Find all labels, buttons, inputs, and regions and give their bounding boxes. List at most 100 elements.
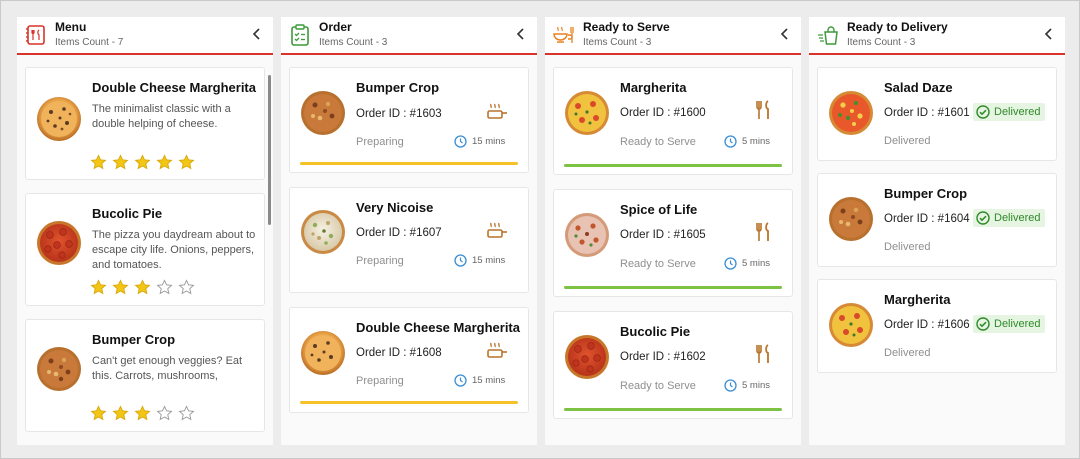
card-list[interactable]: Double Cheese Margherita The minimalist … — [17, 55, 273, 445]
time-label: 5 mins — [742, 136, 770, 147]
pizza-name: Double Cheese Margherita — [92, 80, 256, 95]
clock-icon — [454, 254, 467, 267]
time-label: 15 mins — [472, 375, 506, 386]
star-filled-icon — [156, 154, 173, 170]
fork-knife-icon — [756, 222, 769, 241]
menu-book-icon — [26, 25, 45, 45]
time-label: 5 mins — [742, 380, 770, 391]
order-card[interactable]: Very Nicoise Order ID : #1607 Preparing … — [289, 187, 529, 293]
column-title: Menu — [55, 20, 87, 34]
column-ready-to-delivery: Ready to Delivery Items Count - 3 Salad … — [809, 17, 1065, 445]
card-list[interactable]: Salad Daze Order ID : #1601 Delivered De… — [809, 55, 1065, 445]
star-filled-icon — [134, 154, 151, 170]
pizza-name: Bucolic Pie — [620, 324, 691, 339]
order-card[interactable]: Double Cheese Margherita Order ID : #160… — [289, 307, 529, 413]
prep-time: 5 mins — [724, 379, 770, 392]
delivery-bag-icon — [818, 26, 838, 45]
progress-bar — [300, 401, 518, 404]
order-status: Delivered — [884, 347, 931, 359]
clock-icon — [724, 135, 737, 148]
menu-card[interactable]: Double Cheese Margherita The minimalist … — [25, 67, 265, 180]
pizza-image — [565, 335, 609, 379]
time-label: 15 mins — [472, 255, 506, 266]
star-filled-icon — [134, 405, 151, 421]
column-menu: Menu Items Count - 7 Double Cheese Margh… — [17, 17, 273, 445]
delivered-badge: Delivered — [973, 103, 1046, 121]
pizza-description: Can't get enough veggies? Eat this. Carr… — [92, 355, 243, 382]
order-status: Preparing — [356, 136, 404, 148]
star-filled-icon — [112, 279, 129, 295]
pizza-name: Bucolic Pie — [92, 206, 163, 221]
collapse-button[interactable] — [1041, 26, 1057, 42]
check-circle-icon — [976, 105, 990, 119]
column-title: Order — [319, 20, 352, 34]
card-list[interactable]: Bumper Crop Order ID : #1603 Preparing 1… — [281, 55, 537, 445]
pizza-image — [829, 91, 873, 135]
collapse-button[interactable] — [513, 26, 529, 42]
pizza-name: Spice of Life — [620, 202, 698, 217]
column-order: Order Items Count - 3 Bumper Crop Order … — [281, 17, 537, 445]
time-label: 5 mins — [742, 258, 770, 269]
column-header-delivery: Ready to Delivery Items Count - 3 — [809, 17, 1065, 55]
pizza-description: The minimalist classic with a double hel… — [92, 103, 231, 130]
rating-stars — [90, 279, 195, 296]
delivery-card[interactable]: Bumper Crop Order ID : #1604 Delivered D… — [817, 173, 1057, 267]
pizza-image — [301, 331, 345, 375]
chevron-left-icon — [1044, 28, 1052, 40]
pizza-image — [829, 197, 873, 241]
serve-card[interactable]: Margherita Order ID : #1600 Ready to Ser… — [553, 67, 793, 175]
delivery-card[interactable]: Salad Daze Order ID : #1601 Delivered De… — [817, 67, 1057, 161]
badge-label: Delivered — [994, 106, 1041, 118]
star-filled-icon — [112, 405, 129, 421]
serve-card[interactable]: Bucolic Pie Order ID : #1602 Ready to Se… — [553, 311, 793, 419]
delivery-card[interactable]: Margherita Order ID : #1606 Delivered De… — [817, 279, 1057, 373]
pizza-image — [301, 91, 345, 135]
items-count: Items Count - 3 — [847, 37, 916, 48]
star-empty-icon — [156, 405, 173, 421]
menu-card[interactable]: Bucolic Pie The pizza you daydream about… — [25, 193, 265, 306]
items-count: Items Count - 3 — [583, 37, 652, 48]
card-list[interactable]: Margherita Order ID : #1600 Ready to Ser… — [545, 55, 801, 445]
chevron-left-icon — [516, 28, 524, 40]
cooking-pan-icon — [487, 222, 507, 238]
chevron-left-icon — [252, 28, 260, 40]
star-filled-icon — [90, 154, 107, 170]
star-empty-icon — [178, 405, 195, 421]
order-status: Delivered — [884, 135, 931, 147]
items-count: Items Count - 7 — [55, 37, 124, 48]
progress-bar — [564, 164, 782, 167]
order-id: Order ID : #1602 — [620, 351, 706, 363]
star-filled-icon — [90, 405, 107, 421]
prep-time: 5 mins — [724, 135, 770, 148]
serving-icon — [553, 26, 574, 43]
star-filled-icon — [112, 154, 129, 170]
star-filled-icon — [90, 279, 107, 295]
pizza-name: Very Nicoise — [356, 200, 434, 215]
prep-time: 15 mins — [454, 254, 505, 267]
menu-card[interactable]: Bumper Crop Can't get enough veggies? Ea… — [25, 319, 265, 432]
pizza-image — [829, 303, 873, 347]
star-filled-icon — [134, 279, 151, 295]
rating-stars — [90, 154, 195, 171]
clipboard-check-icon — [291, 24, 309, 46]
order-card[interactable]: Bumper Crop Order ID : #1603 Preparing 1… — [289, 67, 529, 173]
items-count: Items Count - 3 — [319, 37, 388, 48]
chevron-left-icon — [780, 28, 788, 40]
pizza-image — [37, 221, 81, 265]
column-title: Ready to Delivery — [847, 20, 948, 34]
clock-icon — [724, 379, 737, 392]
collapse-button[interactable] — [249, 26, 265, 42]
scrollbar-thumb[interactable] — [268, 75, 271, 225]
kanban-board: Menu Items Count - 7 Double Cheese Margh… — [17, 17, 1067, 445]
pizza-image — [301, 210, 345, 254]
badge-label: Delivered — [994, 212, 1041, 224]
serve-card[interactable]: Spice of Life Order ID : #1605 Ready to … — [553, 189, 793, 297]
pizza-name: Bumper Crop — [884, 186, 968, 201]
order-status: Ready to Serve — [620, 380, 696, 392]
order-status: Delivered — [884, 241, 931, 253]
collapse-button[interactable] — [777, 26, 793, 42]
order-id: Order ID : #1603 — [356, 108, 442, 120]
progress-bar — [564, 408, 782, 411]
pizza-name: Bumper Crop — [92, 332, 176, 347]
pizza-image — [37, 347, 81, 391]
